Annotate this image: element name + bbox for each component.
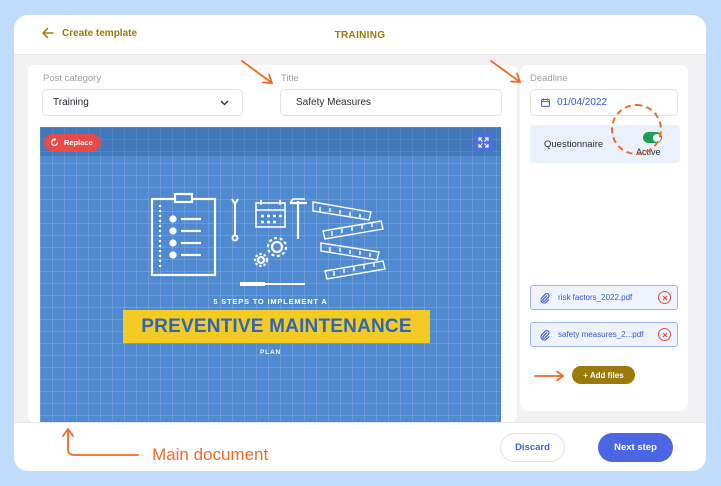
poster-subtitle: 5 STEPS TO IMPLEMENT A [213,297,328,306]
app-window: Create template TRAINING Post category T… [14,15,706,471]
main-document-image: Replace 5 STEPS TO IMPLEMENT A PREVENTIV… [40,127,501,423]
maintenance-illustration [150,192,386,286]
replace-label: Replace [64,138,93,147]
expand-icon [478,137,489,148]
poster-footer: PLAN [260,349,281,356]
remove-attachment-icon[interactable] [658,291,671,304]
discard-button[interactable]: Discard [500,433,565,462]
questionnaire-toggle[interactable] [643,132,662,143]
folding-ruler-icon [312,201,386,280]
image-toolbar [40,127,501,156]
post-category-label: Post category [43,73,102,84]
poster-headline: PREVENTIVE MAINTENANCE [141,315,412,337]
questionnaire-row: Questionnaire Active [530,125,680,163]
calendar-graphic [255,200,286,228]
side-panel [520,65,688,411]
attachment-name: safety measures_2...pdf [558,330,644,339]
chevron-down-icon [220,100,229,106]
main-document-annotation: Main document [152,445,269,464]
next-step-button[interactable]: Next step [598,433,673,462]
attachment-item[interactable]: risk factors_2022.pdf [530,285,678,310]
deadline-label: Deadline [530,73,568,84]
hammer-icon [289,198,307,239]
deadline-value: 01/04/2022 [557,97,608,108]
attachment-name: risk factors_2022.pdf [558,293,633,302]
attachment-item[interactable]: safety measures_2...pdf [530,322,678,347]
refresh-icon [50,138,59,147]
wrench-icon [231,198,239,242]
deadline-input[interactable]: 01/04/2022 [530,89,678,116]
clipboard-icon [150,192,217,277]
top-bar: Create template TRAINING [14,15,706,55]
paperclip-icon [540,292,550,304]
expand-button[interactable] [474,133,493,152]
add-files-button[interactable]: + Add files [572,366,635,384]
paperclip-icon [540,329,550,341]
post-category-select[interactable]: Training [42,89,243,116]
post-category-value: Training [53,97,89,108]
gears-icon [253,236,288,268]
questionnaire-status: Active [636,147,661,157]
poster-banner: PREVENTIVE MAINTENANCE [123,310,430,343]
remove-attachment-icon[interactable] [658,328,671,341]
page-title: TRAINING [334,30,386,41]
title-value: Safety Measures [296,97,372,108]
replace-button[interactable]: Replace [44,134,101,151]
questionnaire-label: Questionnaire [544,139,604,150]
title-input[interactable]: Safety Measures [280,89,502,116]
title-label: Title [281,73,299,84]
calendar-icon [541,98,550,107]
